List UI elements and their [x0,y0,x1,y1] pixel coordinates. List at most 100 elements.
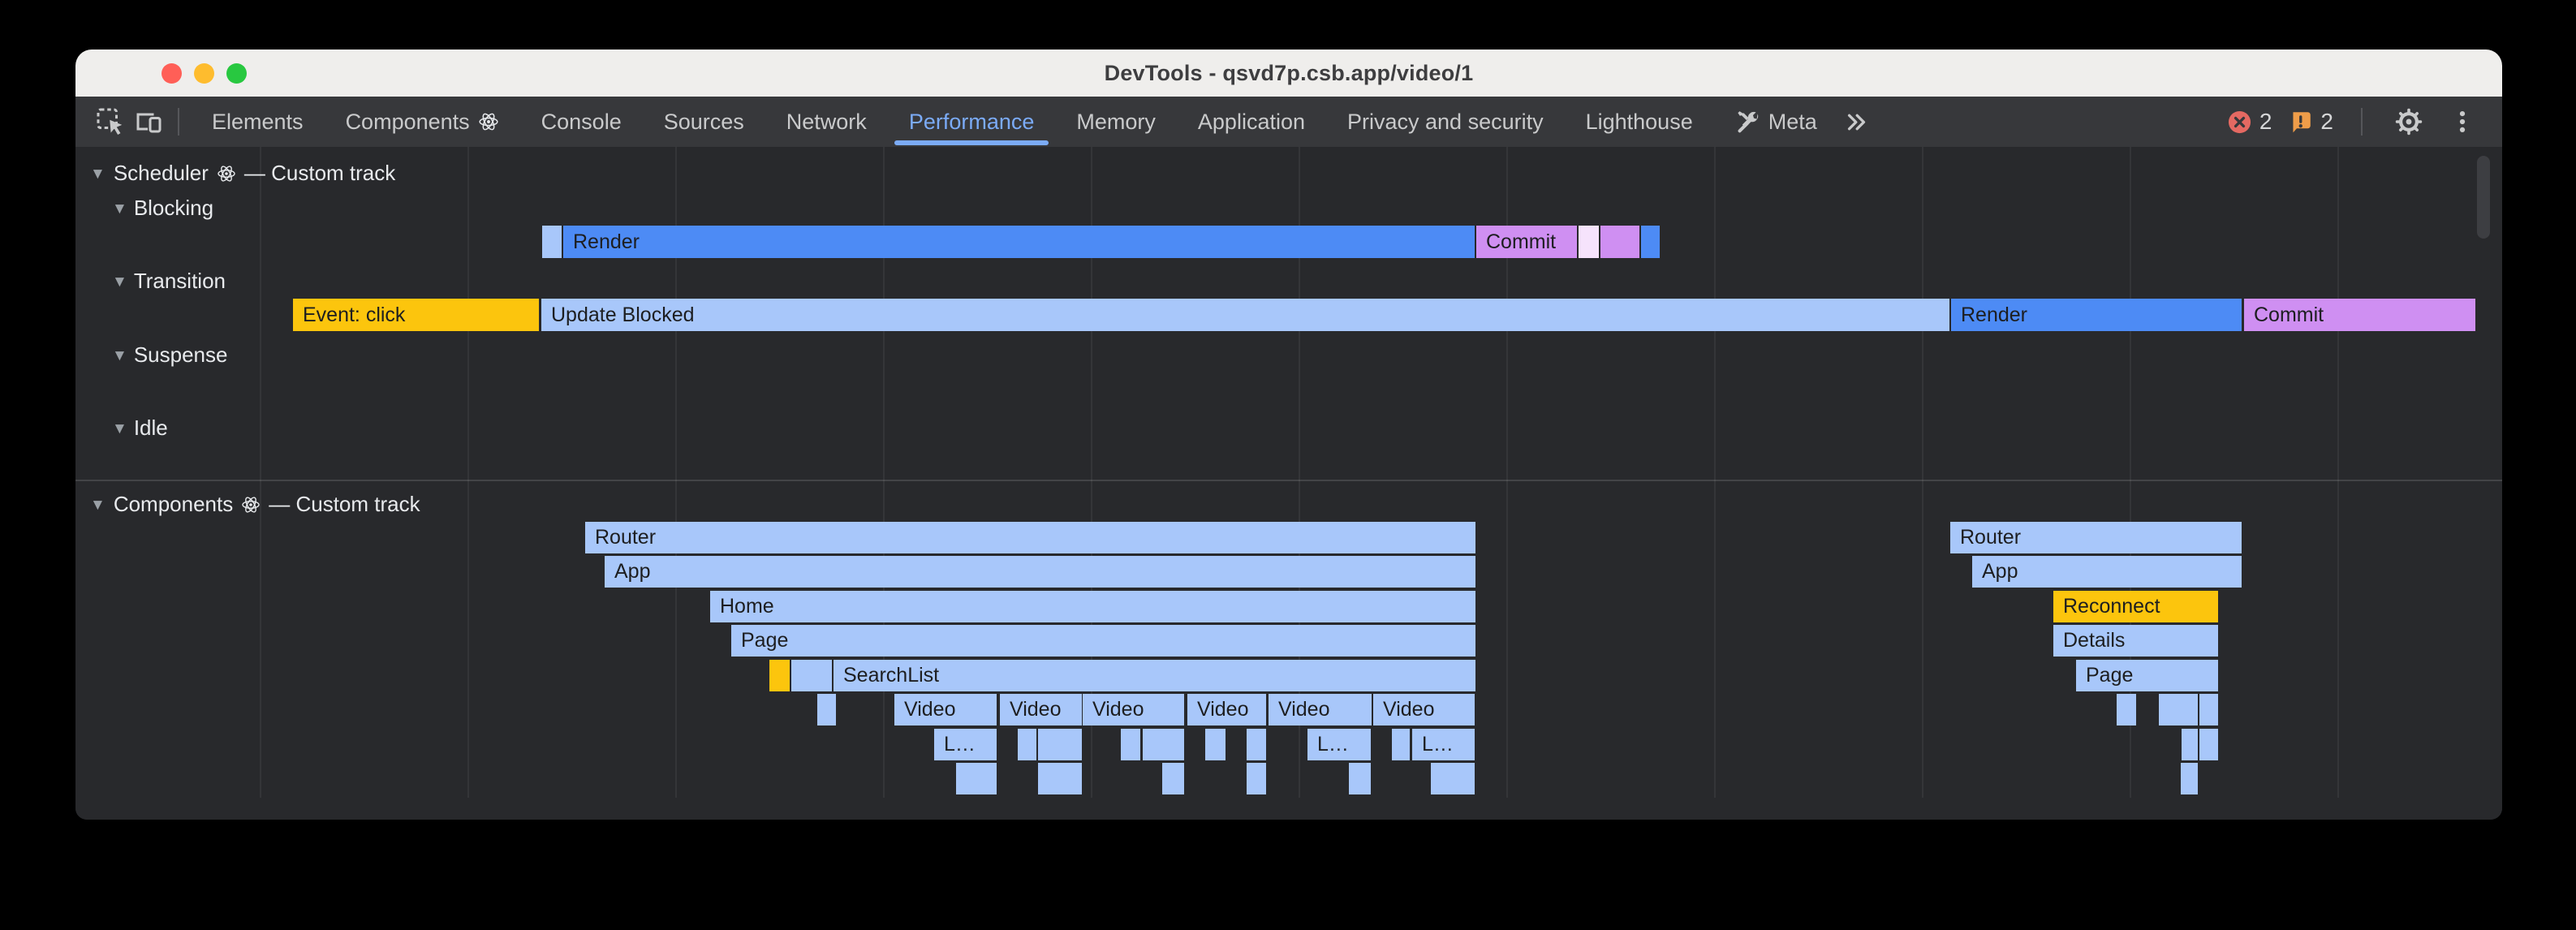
track-row-suspense[interactable]: ▼Suspense [112,342,227,368]
flame-bar-app[interactable]: App [1972,556,2242,588]
devtools-window: DevTools - qsvd7p.csb.app/video/1 Elemen… [75,50,2502,820]
collapse-triangle-icon[interactable]: ▼ [90,166,106,182]
flame-bar-details[interactable]: Details [2053,625,2218,657]
tab-components[interactable]: Components [325,97,520,147]
inspect-icon[interactable] [92,103,129,140]
collapse-triangle-icon[interactable]: ▼ [112,201,127,217]
tab-lighthouse[interactable]: Lighthouse [1565,97,1714,147]
flame-bar[interactable] [769,660,790,691]
tab-meta[interactable]: Meta [1714,97,1838,147]
minimize-button[interactable] [194,63,214,84]
flame-bar-app[interactable]: App [605,556,1475,588]
flame-bar-commit[interactable]: Commit [2244,299,2475,331]
console-errors-badge[interactable]: 2 [2227,109,2272,135]
flame-bar-reconnect[interactable]: Reconnect [2053,591,2218,622]
tab-privacy-and-security[interactable]: Privacy and security [1326,97,1565,147]
vertical-scrollbar-thumb[interactable] [2477,156,2490,239]
tab-elements[interactable]: Elements [191,97,325,147]
close-button[interactable] [162,63,182,84]
flame-bar[interactable] [817,694,836,725]
tab-memory[interactable]: Memory [1055,97,1177,147]
collapse-triangle-icon[interactable]: ▼ [112,421,127,437]
flame-bar-page[interactable]: Page [731,625,1475,657]
devtools-toolbar: Elements Components ConsoleSourcesNetwork… [75,97,2502,149]
flame-bar[interactable] [2199,694,2218,725]
flame-bar-commit[interactable]: Commit [1476,226,1577,258]
tab-network[interactable]: Network [765,97,888,147]
console-warnings-badge[interactable]: 2 [2288,109,2333,135]
collapse-triangle-icon[interactable]: ▼ [90,497,106,513]
more-tabs-chevron-icon [1843,109,1870,136]
flame-bar[interactable] [1431,763,1475,794]
flame-bar-event-click[interactable]: Event: click [293,299,539,331]
flame-bar-video[interactable]: Video [894,694,997,725]
flame-bar[interactable] [1038,763,1082,794]
flame-bar-l-[interactable]: L… [934,729,997,760]
flame-bar-render[interactable]: Render [563,226,1475,258]
flame-bar-label: Commit [2244,304,2324,327]
tab-console[interactable]: Console [520,97,643,147]
collapse-triangle-icon[interactable]: ▼ [112,348,127,364]
track-header-scheduler[interactable]: ▼Scheduler — Custom track [90,161,395,186]
flame-bar-label: App [605,560,650,583]
flame-bar-label: Home [710,595,774,618]
flame-bar[interactable] [1247,729,1266,760]
flame-bar[interactable] [1205,729,1226,760]
track-row-idle[interactable]: ▼Idle [112,415,168,441]
tab-sources[interactable]: Sources [643,97,765,147]
collapse-triangle-icon[interactable]: ▼ [112,274,127,290]
flame-bar[interactable] [1038,729,1082,760]
device-toolbar-icon[interactable] [129,103,166,140]
flame-bar-label: App [1972,560,2018,583]
flame-bar-video[interactable]: Video [1000,694,1082,725]
flame-bar[interactable] [1121,729,1140,760]
flame-bar-video[interactable]: Video [1187,694,1266,725]
react-atom-icon [217,164,236,183]
track-row-blocking[interactable]: ▼Blocking [112,196,213,221]
tab-label: Lighthouse [1586,110,1693,135]
kebab-menu-icon[interactable] [2444,103,2481,140]
tab-application[interactable]: Application [1177,97,1326,147]
flame-bar-l-[interactable]: L… [1412,729,1475,760]
tab-performance[interactable]: Performance [888,97,1056,147]
flame-bar[interactable] [1143,729,1184,760]
flame-bar-l-[interactable]: L… [1307,729,1371,760]
flame-bar-video[interactable]: Video [1373,694,1475,725]
flame-bar-label: Router [1950,526,2021,549]
flame-bar[interactable] [1641,226,1660,258]
flame-bar[interactable] [791,660,832,691]
flame-bar[interactable] [2159,694,2198,725]
flame-bar[interactable] [1247,763,1266,794]
flame-bar[interactable] [2117,694,2136,725]
zoom-button[interactable] [226,63,247,84]
flame-bar-searchlist[interactable]: SearchList [834,660,1475,691]
flame-bar[interactable] [2199,729,2218,760]
flame-bar-router[interactable]: Router [585,522,1475,553]
tab-label: Elements [212,110,304,135]
flame-bar-render[interactable]: Render [1951,299,2242,331]
flame-bar[interactable] [1018,729,1036,760]
flame-bar-router[interactable]: Router [1950,522,2242,553]
flame-bar[interactable] [542,226,562,258]
tab-label: Memory [1076,110,1156,135]
flame-bar[interactable] [2182,729,2198,760]
flame-bar[interactable] [2181,763,2198,794]
error-count: 2 [2259,109,2272,135]
flame-bar[interactable] [1579,226,1599,258]
flame-bar-label: Render [1951,304,2027,327]
settings-gear-icon[interactable] [2390,103,2427,140]
flame-bar-home[interactable]: Home [710,591,1475,622]
track-row-transition[interactable]: ▼Transition [112,269,226,294]
track-header-components[interactable]: ▼Components — Custom track [90,492,420,517]
flame-bar-video[interactable]: Video [1083,694,1184,725]
more-tabs-button[interactable] [1838,103,1876,140]
flame-bar-page[interactable]: Page [2076,660,2218,691]
flame-bar[interactable] [1349,763,1371,794]
flame-bar[interactable] [1162,763,1184,794]
flame-bar-label: L… [1412,733,1454,756]
flame-bar-update-blocked[interactable]: Update Blocked [541,299,1949,331]
flame-bar-video[interactable]: Video [1269,694,1372,725]
flame-bar[interactable] [1600,226,1639,258]
flame-bar[interactable] [1392,729,1410,760]
flame-bar[interactable] [956,763,997,794]
